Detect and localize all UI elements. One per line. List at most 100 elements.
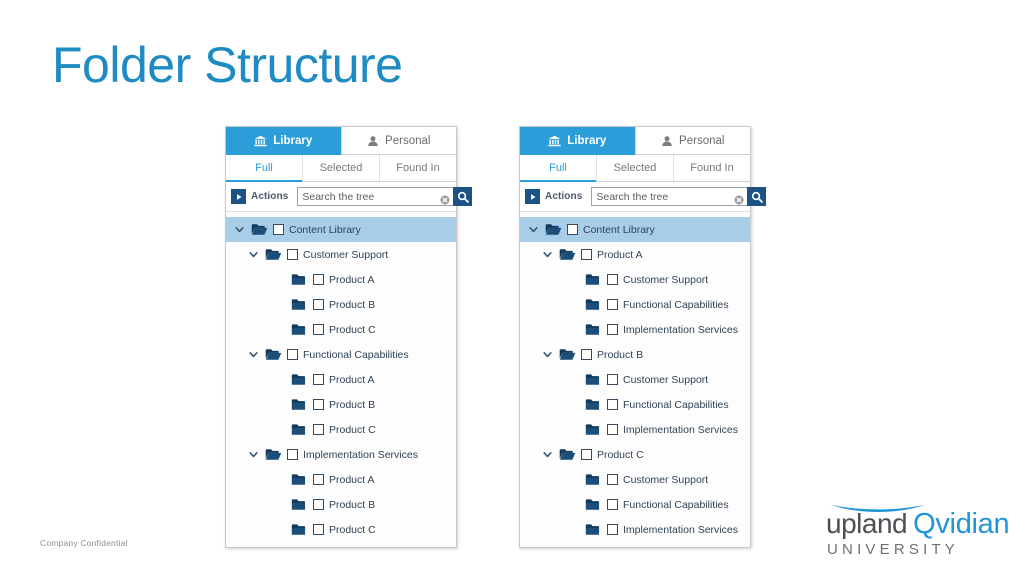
tree-node[interactable]: Product C <box>226 317 456 342</box>
tree-node[interactable]: Implementation Services <box>520 417 750 442</box>
actions-label: Actions <box>545 191 583 202</box>
panel-chrome-right: Library Personal Full Selected Found In Actio… <box>520 127 767 546</box>
chevron-down-icon[interactable] <box>248 449 260 461</box>
tab-label: Personal <box>679 134 725 147</box>
search-input[interactable] <box>297 187 454 206</box>
tree-node[interactable]: Product C <box>520 442 750 467</box>
node-checkbox[interactable] <box>581 449 592 460</box>
tab-personal[interactable]: Personal <box>634 127 750 155</box>
tree-node[interactable]: Customer Support <box>520 467 750 492</box>
tree-node[interactable]: Product C <box>226 417 456 442</box>
node-checkbox[interactable] <box>287 449 298 460</box>
node-checkbox[interactable] <box>313 474 324 485</box>
tree-node[interactable]: Functional Capabilities <box>226 342 456 367</box>
node-checkbox[interactable] <box>607 399 618 410</box>
node-checkbox[interactable] <box>313 424 324 435</box>
chevron-down-icon[interactable] <box>248 249 260 261</box>
tree-node[interactable]: Product A <box>226 367 456 392</box>
node-checkbox[interactable] <box>607 324 618 335</box>
node-checkbox[interactable] <box>313 524 324 535</box>
tree-node[interactable]: Customer Support <box>520 367 750 392</box>
tree-action-bar: Actions <box>520 182 767 212</box>
folder-tree-right[interactable]: Content Library Product A Customer Support… <box>520 212 750 546</box>
folder-tree-panel-right: Library Personal Full Selected Found In Actio… <box>519 126 767 548</box>
tree-node-label: Product B <box>329 298 376 311</box>
tree-node-label: Content Library <box>289 223 361 236</box>
tree-node[interactable]: Product A <box>226 267 456 292</box>
subtab-full[interactable]: Full <box>520 155 596 182</box>
tab-personal[interactable]: Personal <box>340 127 456 155</box>
subtab-selected[interactable]: Selected <box>596 155 673 181</box>
actions-button[interactable] <box>231 189 246 204</box>
search-button[interactable] <box>453 187 473 206</box>
tree-node[interactable]: Product C <box>226 517 456 542</box>
subtab-found-in[interactable]: Found In <box>673 155 750 181</box>
tab-library[interactable]: Library <box>226 127 341 155</box>
node-checkbox[interactable] <box>313 499 324 510</box>
node-checkbox[interactable] <box>607 274 618 285</box>
tree-node[interactable]: Product A <box>520 242 750 267</box>
folder-open-icon <box>265 348 282 361</box>
node-checkbox[interactable] <box>313 324 324 335</box>
tree-node[interactable]: Content Library <box>226 217 456 242</box>
node-checkbox[interactable] <box>313 274 324 285</box>
tree-node-label: Product B <box>329 398 376 411</box>
tree-node-label: Implementation Services <box>623 523 738 536</box>
tree-node[interactable]: Product B <box>226 292 456 317</box>
node-checkbox[interactable] <box>313 374 324 385</box>
subtab-full[interactable]: Full <box>226 155 302 182</box>
node-checkbox[interactable] <box>313 299 324 310</box>
tree-node[interactable]: Functional Capabilities <box>520 292 750 317</box>
node-checkbox[interactable] <box>607 474 618 485</box>
folder-closed-icon <box>585 523 602 536</box>
tree-node[interactable]: Content Library <box>520 217 750 242</box>
subtab-found-in[interactable]: Found In <box>379 155 456 181</box>
node-checkbox[interactable] <box>607 499 618 510</box>
logo-wordmark: upland Qvidian <box>826 508 1010 539</box>
tree-node[interactable]: Implementation Services <box>226 442 456 467</box>
tree-node[interactable]: Product B <box>226 492 456 517</box>
node-checkbox[interactable] <box>581 349 592 360</box>
chevron-down-icon[interactable] <box>542 249 554 261</box>
tree-node[interactable]: Functional Capabilities <box>520 492 750 517</box>
chevron-down-icon[interactable] <box>542 449 554 461</box>
chevron-down-icon[interactable] <box>248 349 260 361</box>
node-checkbox[interactable] <box>567 224 578 235</box>
tree-node-label: Product C <box>329 423 376 436</box>
tree-node-label: Customer Support <box>623 373 709 386</box>
primary-tabstrip: Library Personal <box>520 127 750 155</box>
node-checkbox[interactable] <box>607 524 618 535</box>
tree-node[interactable]: Product B <box>520 342 750 367</box>
actions-button[interactable] <box>525 189 540 204</box>
node-checkbox[interactable] <box>313 399 324 410</box>
bank-icon <box>254 135 267 147</box>
chevron-down-icon[interactable] <box>528 224 540 236</box>
node-checkbox[interactable] <box>581 249 592 260</box>
search-button[interactable] <box>747 187 767 206</box>
tree-node[interactable]: Customer Support <box>520 267 750 292</box>
chevron-down-icon[interactable] <box>542 349 554 361</box>
tab-library[interactable]: Library <box>520 127 635 155</box>
node-checkbox[interactable] <box>607 299 618 310</box>
node-checkbox[interactable] <box>607 374 618 385</box>
node-checkbox[interactable] <box>287 349 298 360</box>
tree-node[interactable]: Product B <box>226 392 456 417</box>
search-input[interactable] <box>591 187 748 206</box>
folder-tree-left[interactable]: Content Library Customer Support Product A… <box>226 212 456 546</box>
tree-node-label: Product C <box>597 448 644 461</box>
folder-closed-icon <box>585 373 602 386</box>
search-group <box>591 187 767 206</box>
tree-node[interactable]: Product A <box>226 467 456 492</box>
logo-upland-text: upland <box>826 508 908 539</box>
tree-node[interactable]: Customer Support <box>226 242 456 267</box>
tree-node[interactable]: Functional Capabilities <box>520 392 750 417</box>
chevron-down-icon[interactable] <box>234 224 246 236</box>
node-checkbox[interactable] <box>607 424 618 435</box>
logo-university-text: UNIVERSITY <box>827 541 960 558</box>
node-checkbox[interactable] <box>287 249 298 260</box>
node-checkbox[interactable] <box>273 224 284 235</box>
tree-node[interactable]: Implementation Services <box>520 317 750 342</box>
tree-node[interactable]: Implementation Services <box>520 517 750 542</box>
confidential-footer: Company Confidential <box>40 538 128 548</box>
subtab-selected[interactable]: Selected <box>302 155 379 181</box>
